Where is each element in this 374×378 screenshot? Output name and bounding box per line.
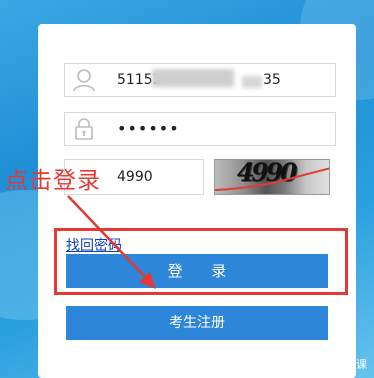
watermark: 优思云课 <box>306 356 367 372</box>
watermark-text: 优思云课 <box>323 358 367 371</box>
password-value: •••••• <box>117 119 180 138</box>
password-field[interactable]: •••••• <box>64 112 336 146</box>
user-icon <box>65 64 103 96</box>
wechat-icon <box>306 358 320 370</box>
username-value-tail: 35 <box>263 72 281 88</box>
annotation-tip: 点击登录 <box>5 168 101 194</box>
register-button[interactable]: 考生注册 <box>66 306 328 340</box>
lock-icon <box>65 113 103 145</box>
redaction-blur <box>152 69 234 87</box>
captcha-noise-line <box>215 167 329 191</box>
highlight-frame <box>54 228 348 295</box>
captcha-input-value: 4990 <box>117 169 153 185</box>
captcha-image[interactable]: 4990 <box>214 159 330 195</box>
redaction-blur <box>242 76 262 88</box>
